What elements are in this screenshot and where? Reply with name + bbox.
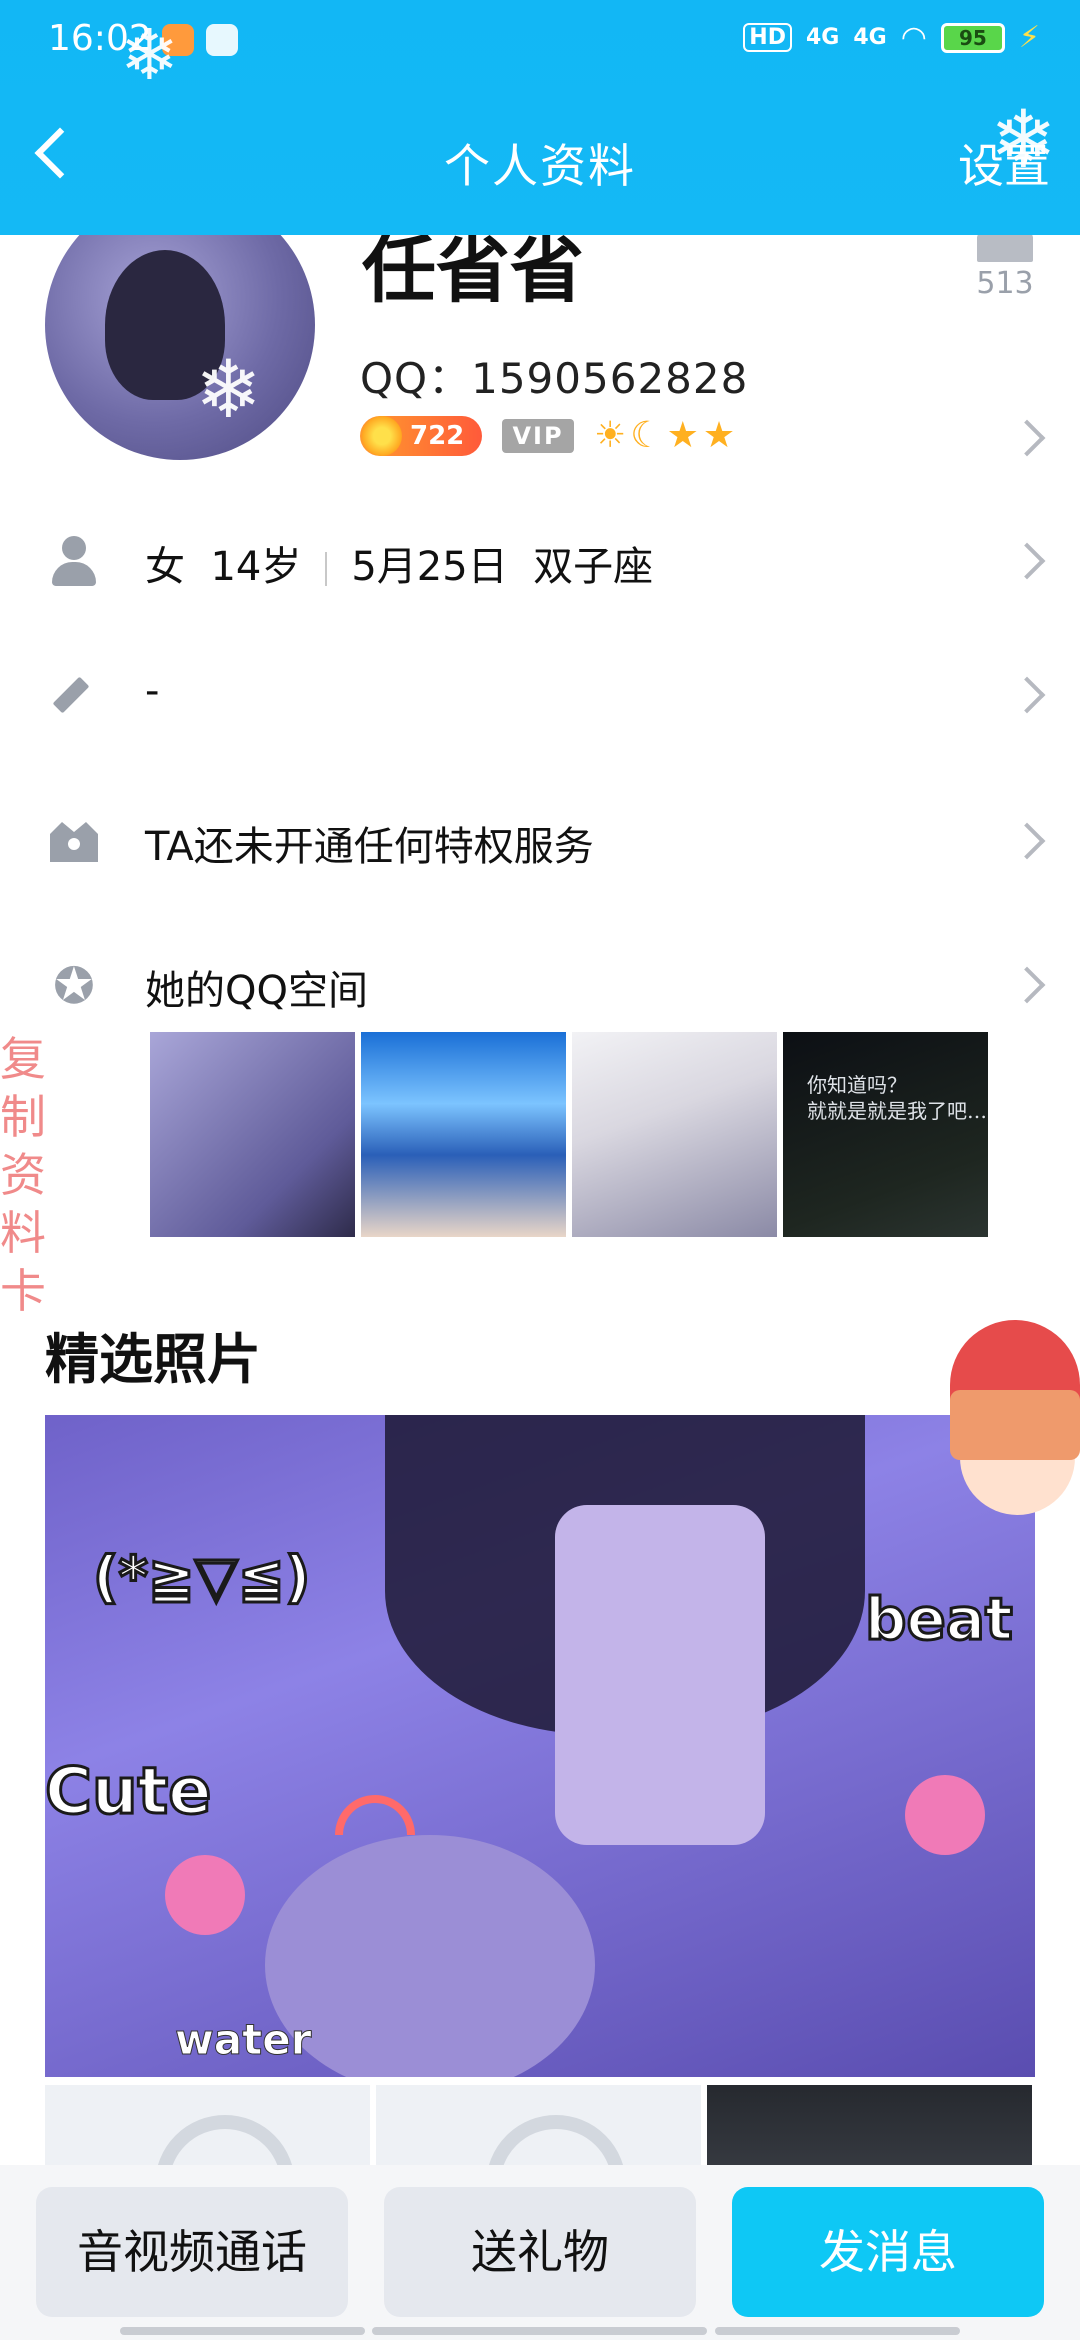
vip-badge: VIP (502, 418, 574, 453)
flower-sticker (165, 1855, 245, 1935)
signature-row[interactable]: - (0, 650, 1080, 740)
photo-overlay-text: water (174, 2015, 312, 2065)
hd-icon: HD (743, 23, 792, 52)
level-badge: 722 (360, 415, 482, 456)
pencil-icon (48, 670, 100, 722)
star-icon: ★ (666, 415, 699, 456)
title-bar: 16:02 HD 4G 4G ◠ 95 ⚡ 个人资料 设置 ❄ ❄ (0, 0, 1080, 235)
battery-icon: 95 (940, 22, 1005, 53)
age: 14岁 (210, 544, 302, 590)
photo-overlay-text: Cute (45, 1754, 213, 1831)
featured-photos-title: 精选照片 (45, 1328, 261, 1391)
qzone-text: 她的QQ空间 (145, 968, 368, 1014)
chevron-right-icon (1008, 542, 1046, 580)
chevron-right-icon[interactable] (1008, 419, 1046, 457)
person-icon (48, 536, 100, 588)
basic-info-text: 女 14岁 5月25日 双子座 (145, 534, 653, 592)
wifi-icon: ◠ (900, 20, 927, 55)
chevron-right-icon (1008, 676, 1046, 714)
featured-photo[interactable]: (*≧▽≦) Cute beat water (45, 1415, 1035, 2077)
home-indicator (715, 2327, 960, 2335)
page-title: 个人资料 (444, 139, 636, 193)
privilege-row[interactable]: TA还未开通任何特权服务 (0, 796, 1080, 886)
level-icons: ☀ ☾ ★ ★ (594, 415, 735, 456)
zodiac: 双子座 (533, 544, 654, 590)
home-indicator (372, 2327, 707, 2335)
qzone-thumb[interactable] (572, 1032, 777, 1237)
chevron-right-icon (1008, 822, 1046, 860)
flower-sticker (905, 1775, 985, 1855)
qzone-thumb[interactable]: 你知道吗？ 就就是就是我了吧… (783, 1032, 988, 1237)
chevron-right-icon (1008, 966, 1046, 1004)
snowflake-icon: ❄ (990, 93, 1058, 186)
privilege-text: TA还未开通任何特权服务 (145, 824, 594, 870)
photo-content (555, 1505, 765, 1845)
signal-icon: 4G (805, 25, 840, 50)
gender: 女 (145, 544, 185, 590)
thumb-caption-line: 就就是就是我了吧… (807, 1099, 987, 1123)
like-count: 513 (976, 266, 1034, 301)
thumbs-up-icon (977, 232, 1033, 262)
snowflake-icon: ❄ (195, 343, 263, 436)
qzone-thumb[interactable] (150, 1032, 355, 1237)
thumb-caption: 你知道吗？ 就就是就是我了吧… (807, 1072, 987, 1124)
basic-info-row[interactable]: 女 14岁 5月25日 双子座 (0, 516, 1080, 606)
charging-icon: ⚡ (1018, 20, 1040, 55)
birthday: 5月25日 (351, 544, 508, 590)
qzone-thumbnails: 你知道吗？ 就就是就是我了吧… (150, 1032, 988, 1237)
mascot-sticker[interactable] (950, 1310, 1080, 1610)
photo-content (265, 1835, 595, 2077)
divider (325, 552, 328, 586)
qzone-thumb[interactable] (361, 1032, 566, 1237)
mascot-hair (950, 1390, 1080, 1460)
home-indicator (120, 2327, 365, 2335)
star-icon: ★ (702, 415, 736, 456)
moon-icon: ☾ (630, 415, 663, 456)
like-button[interactable]: 513 (975, 232, 1035, 301)
badges-row[interactable]: 722 VIP ☀ ☾ ★ ★ (360, 415, 735, 456)
snowflake-icon: ❄ (120, 14, 179, 96)
qzone-row[interactable]: ✪ 她的QQ空间 (0, 940, 1080, 1030)
rainbow-sticker (335, 1795, 415, 1835)
signal-icon-2: 4G (853, 25, 887, 50)
photo-overlay-text: (*≧▽≦) (91, 1544, 311, 1612)
send-gift-button[interactable]: 送礼物 (384, 2187, 696, 2317)
sun-icon: ☀ (594, 415, 627, 456)
copy-profile-card-button[interactable]: 复制资料卡 (0, 1030, 46, 1320)
send-message-button[interactable]: 发消息 (732, 2187, 1044, 2317)
video-call-button[interactable]: 音视频通话 (36, 2187, 348, 2317)
qq-number: QQ：1590562828 (360, 354, 749, 403)
app-notification-icon-2 (206, 24, 238, 56)
crown-icon (48, 816, 100, 868)
bottom-action-bar: 音视频通话 送礼物 发消息 (0, 2165, 1080, 2340)
thumb-caption-line: 你知道吗？ (807, 1073, 907, 1097)
signature-text: - (145, 668, 160, 714)
qzone-star-icon: ✪ (53, 957, 95, 1015)
status-indicators: HD 4G 4G ◠ 95 ⚡ (743, 20, 1040, 55)
